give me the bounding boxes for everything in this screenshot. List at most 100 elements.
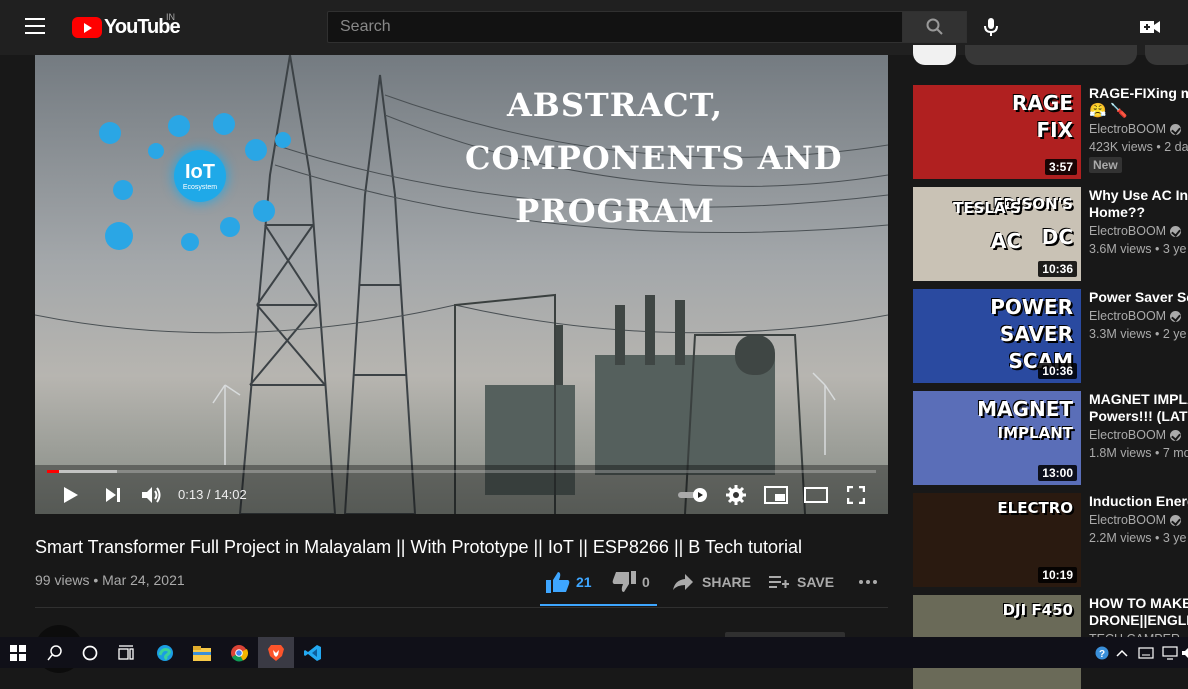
recommended-video[interactable]: POWER SAVER SCAM 10:36 Power Saver Sc Electro… (913, 289, 1188, 383)
dislike-button[interactable]: 0 (612, 570, 650, 594)
recommended-title[interactable]: Why Use AC Ins (1089, 187, 1188, 204)
video-title: Smart Transformer Full Project in Malaya… (35, 537, 803, 557)
video-thumbnail[interactable]: MAGNET IMPLANT 13:00 (913, 391, 1081, 485)
youtube-logo[interactable]: YouTube IN (72, 12, 181, 38)
chip-all[interactable] (913, 45, 956, 65)
thumbnail-text: DJI F450 (1002, 601, 1073, 619)
theater-mode-button[interactable] (802, 483, 830, 507)
video-thumbnail[interactable]: RAGE FIX 3:57 (913, 85, 1081, 179)
skip-next-icon (106, 488, 120, 502)
iot-ecosystem-hub: IoT Ecosystem (174, 150, 226, 202)
recommended-video[interactable]: ELECTRO 10:19 Induction Energ ElectroBOOM 2.… (913, 493, 1188, 587)
channel-name-text: ElectroBOOM (1089, 428, 1167, 442)
vscode-icon[interactable] (301, 641, 325, 665)
channel-name[interactable]: ElectroBOOM (1089, 122, 1182, 136)
duration-badge: 10:36 (1038, 363, 1077, 379)
channel-name-text: ElectroBOOM (1089, 224, 1167, 238)
chrome-icon[interactable] (227, 641, 251, 665)
task-view-icon[interactable] (114, 641, 138, 665)
recommended-title[interactable]: Power Saver Sc (1089, 289, 1188, 306)
fullscreen-button[interactable] (844, 483, 868, 507)
verified-icon (1170, 430, 1182, 442)
dislike-count: 0 (642, 574, 650, 590)
channel-name-text: ElectroBOOM (1089, 122, 1167, 136)
overlay-line: ABSTRACT, (506, 86, 724, 124)
recommended-title-line2[interactable]: Home?? (1089, 204, 1188, 221)
volume-button[interactable] (139, 483, 165, 507)
miniplayer-button[interactable] (763, 483, 789, 507)
share-button[interactable]: SHARE (672, 570, 751, 594)
like-button[interactable]: 21 (546, 570, 592, 594)
iot-label: IoT (185, 161, 215, 183)
autoplay-toggle-icon (678, 488, 707, 502)
chip[interactable] (965, 45, 1137, 65)
recommended-title-line2[interactable]: Powers!!! (LATI (1089, 408, 1188, 425)
iot-node-icon (105, 222, 133, 250)
recommended-title[interactable]: MAGNET IMPLA (1089, 391, 1188, 408)
channel-name[interactable]: ElectroBOOM (1089, 309, 1182, 323)
fullscreen-icon (847, 486, 865, 504)
iot-node-icon (213, 113, 235, 135)
recommended-title-line2[interactable]: DRONE||ENGLIS (1089, 612, 1188, 629)
create-button[interactable] (1136, 14, 1164, 40)
overlay-line: PROGRAM (515, 192, 715, 230)
voice-search-button[interactable] (976, 12, 1006, 42)
channel-name[interactable]: ElectroBOOM (1089, 428, 1182, 442)
next-button[interactable] (102, 483, 124, 507)
view-count-date: 99 views • Mar 24, 2021 (35, 572, 185, 588)
video-thumbnail[interactable]: EDISON'S TESLA'S DC AC 10:36 (913, 187, 1081, 281)
search-button[interactable] (902, 11, 967, 43)
thumbnail-text: DC (1041, 225, 1073, 249)
duration-badge: 10:19 (1038, 567, 1077, 583)
recommended-title[interactable]: HOW TO MAKE (1089, 595, 1188, 612)
playlist-add-icon (769, 576, 789, 588)
chevron-up-icon[interactable] (1110, 641, 1134, 665)
file-explorer-icon[interactable] (190, 641, 214, 665)
search-input[interactable] (328, 12, 902, 42)
recommended-video[interactable]: RAGE FIX 3:57 RAGE-FIXing m 😤 🪛 ElectroBOOM 42… (913, 85, 1188, 179)
progress-bar[interactable] (47, 470, 876, 473)
play-button[interactable] (60, 483, 82, 507)
view-count-age: 3.3M views • 2 ye (1089, 327, 1187, 341)
verified-icon (1170, 124, 1182, 136)
windows-start-icon[interactable] (6, 641, 30, 665)
iot-node-icon (220, 217, 240, 237)
mic-icon (984, 18, 998, 36)
video-player[interactable]: IoT Ecosystem ABSTRACT, COMPONENTS AND P… (35, 55, 888, 514)
iot-node-icon (245, 139, 267, 161)
recommended-video[interactable]: EDISON'S TESLA'S DC AC 10:36 Why Use AC Ins Ho… (913, 187, 1188, 281)
windows-taskbar: ? (0, 637, 1188, 668)
iot-sub-label: Ecosystem (182, 184, 218, 191)
thumbnail-text: RAGE (1012, 91, 1073, 115)
chip[interactable] (1145, 45, 1188, 65)
duration-badge: 13:00 (1038, 465, 1077, 481)
autoplay-toggle[interactable] (678, 483, 708, 507)
volume-icon[interactable] (1176, 641, 1188, 665)
channel-name[interactable]: ElectroBOOM (1089, 513, 1182, 527)
create-video-icon (1140, 21, 1160, 33)
edge-icon[interactable] (153, 641, 177, 665)
recommended-title[interactable]: RAGE-FIXing m (1089, 85, 1188, 102)
search-icon[interactable] (43, 641, 67, 665)
menu-icon[interactable] (25, 18, 45, 34)
more-actions-button[interactable] (858, 570, 878, 594)
channel-name[interactable]: ElectroBOOM (1089, 224, 1182, 238)
view-count-age: 2.2M views • 3 ye (1089, 531, 1187, 545)
cortana-icon[interactable] (78, 641, 102, 665)
gear-icon (726, 485, 746, 505)
recommended-title[interactable]: Induction Energ (1089, 493, 1188, 510)
video-thumbnail[interactable]: POWER SAVER SCAM 10:36 (913, 289, 1081, 383)
save-button[interactable]: SAVE (769, 570, 834, 594)
view-count-age: 3.6M views • 3 ye (1089, 242, 1187, 256)
thumbnail-text: SAVER (999, 322, 1073, 346)
thumbnail-text: FIX (1036, 118, 1073, 142)
recommended-video[interactable]: MAGNET IMPLANT 13:00 MAGNET IMPLA Powers!!! … (913, 391, 1188, 485)
video-thumbnail[interactable]: ELECTRO 10:19 (913, 493, 1081, 587)
video-overlay-title: ABSTRACT, COMPONENTS AND PROGRAM (465, 79, 841, 238)
brave-icon[interactable] (264, 641, 288, 665)
iot-node-icon (113, 180, 133, 200)
recommended-title-line2[interactable]: 😤 🪛 (1089, 102, 1188, 119)
share-label: SHARE (702, 574, 752, 590)
settings-button[interactable] (725, 483, 747, 507)
keyboard-icon[interactable] (1134, 641, 1158, 665)
